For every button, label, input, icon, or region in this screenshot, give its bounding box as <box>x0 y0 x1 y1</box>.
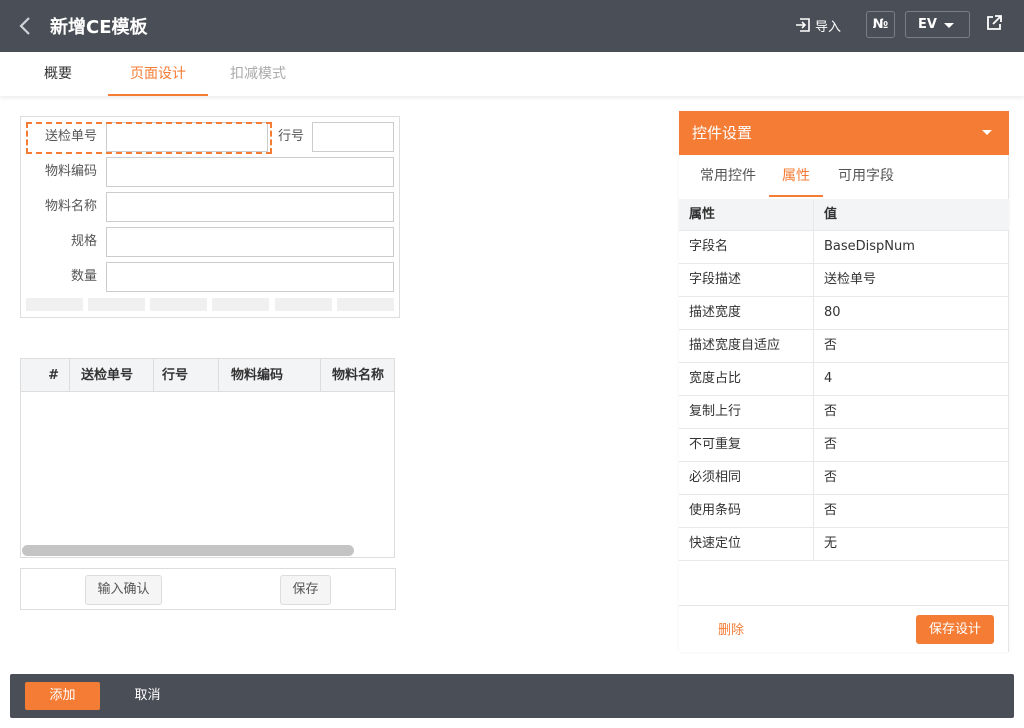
grid-col-line-no[interactable]: 行号 <box>154 359 219 392</box>
property-value[interactable]: 否 <box>824 330 1004 362</box>
property-row[interactable]: 描述宽度自适应 否 <box>679 330 1009 363</box>
property-key: 描述宽度自适应 <box>689 338 781 353</box>
form-designer: 送检单号 行号 物料编码 物料名称 规格 数量 <box>20 116 400 318</box>
input-confirm-button[interactable]: 输入确认 <box>85 575 162 605</box>
tab-overview[interactable]: 概要 <box>26 52 90 96</box>
field-label-line-no: 行号 <box>277 129 304 144</box>
share-button[interactable] <box>985 14 1005 34</box>
field-label-inspection-no: 送检单号 <box>44 129 97 144</box>
material-name-input[interactable] <box>106 192 394 222</box>
property-value[interactable]: 否 <box>824 462 1004 494</box>
number-button[interactable]: № <box>866 11 895 38</box>
property-key: 字段名 <box>689 239 729 254</box>
property-header-key: 属性 <box>689 207 716 222</box>
caret-down-icon <box>944 23 954 28</box>
property-row[interactable]: 必须相同 否 <box>679 462 1009 495</box>
property-value[interactable]: 否 <box>824 429 1004 461</box>
panel-footer-divider <box>679 605 1009 606</box>
property-key: 复制上行 <box>689 404 742 419</box>
caret-down-icon <box>982 130 992 135</box>
ev-value: EV <box>918 17 937 32</box>
panel-tab-properties[interactable]: 属性 <box>769 155 823 197</box>
field-label-spec: 规格 <box>70 234 97 249</box>
top-bar: 新增CE模板 导入 № EV <box>0 0 1024 52</box>
property-row[interactable]: 字段名 BaseDispNum <box>679 231 1009 264</box>
inspection-no-input[interactable] <box>106 122 268 152</box>
panel-title: 控件设置 <box>692 124 753 142</box>
property-value[interactable]: BaseDispNum <box>824 231 1004 263</box>
quantity-input[interactable] <box>106 262 394 292</box>
property-row[interactable]: 使用条码 否 <box>679 495 1009 528</box>
control-settings-panel: 控件设置 常用控件 属性 可用字段 属性 值 字段名 BaseDispNum 字段… <box>679 111 1009 652</box>
placeholder-slot[interactable] <box>212 298 269 311</box>
spec-input[interactable] <box>106 227 394 257</box>
property-key: 宽度占比 <box>689 371 742 386</box>
import-label: 导入 <box>815 19 842 35</box>
property-row[interactable]: 描述宽度 80 <box>679 297 1009 330</box>
property-row[interactable]: 宽度占比 4 <box>679 363 1009 396</box>
property-column-divider <box>813 199 814 561</box>
grid-col-material-name[interactable]: 物料名称 <box>321 359 394 392</box>
add-button[interactable]: 添加 <box>25 682 100 710</box>
property-key: 使用条码 <box>689 503 742 518</box>
placeholder-slot[interactable] <box>150 298 207 311</box>
placeholder-slot[interactable] <box>88 298 145 311</box>
property-row[interactable]: 快速定位 无 <box>679 528 1009 561</box>
property-row[interactable]: 复制上行 否 <box>679 396 1009 429</box>
property-key: 不可重复 <box>689 437 742 452</box>
save-button[interactable]: 保存 <box>280 575 331 605</box>
delete-button[interactable]: 删除 <box>718 619 744 638</box>
placeholder-slot[interactable] <box>275 298 332 311</box>
panel-header[interactable]: 控件设置 <box>679 111 1009 155</box>
grid-col-material-code[interactable]: 物料编码 <box>219 359 321 392</box>
property-value[interactable]: 无 <box>824 528 1004 560</box>
material-code-input[interactable] <box>106 157 394 187</box>
grid-col-inspection-no[interactable]: 送检单号 <box>70 359 154 392</box>
ev-select[interactable]: EV <box>905 11 970 38</box>
line-no-input[interactable] <box>312 122 394 152</box>
property-table-header: 属性 值 <box>679 199 1009 231</box>
tab-page-design[interactable]: 页面设计 <box>108 52 208 96</box>
save-design-button[interactable]: 保存设计 <box>916 615 994 644</box>
placeholder-slot[interactable] <box>26 298 83 311</box>
import-button[interactable]: 导入 <box>795 15 841 35</box>
detail-grid: # 送检单号 行号 物料编码 物料名称 <box>20 358 395 558</box>
property-header-value: 值 <box>824 207 838 222</box>
button-area: 输入确认 保存 <box>20 568 396 610</box>
bottom-action-bar: 添加 取消 <box>10 674 1014 718</box>
property-value[interactable]: 否 <box>824 495 1004 527</box>
property-value[interactable]: 4 <box>824 363 1004 395</box>
property-key: 快速定位 <box>689 536 742 551</box>
property-key: 描述宽度 <box>689 305 742 320</box>
cancel-button[interactable]: 取消 <box>120 682 175 710</box>
property-key: 必须相同 <box>689 470 742 485</box>
placeholder-slot[interactable] <box>337 298 394 311</box>
field-label-quantity: 数量 <box>70 269 97 284</box>
property-value[interactable]: 否 <box>824 396 1004 428</box>
property-table: 属性 值 字段名 BaseDispNum 字段描述 送检单号 描述宽度 80 描述宽度… <box>679 199 1009 561</box>
tab-deduction-mode[interactable]: 扣减模式 <box>216 52 300 96</box>
panel-tab-common-controls[interactable]: 常用控件 <box>695 155 761 197</box>
grid-col-index[interactable]: # <box>21 359 70 392</box>
property-value[interactable]: 送检单号 <box>824 264 1004 296</box>
property-key: 字段描述 <box>689 272 742 287</box>
property-value[interactable]: 80 <box>824 297 1004 329</box>
grid-header: # 送检单号 行号 物料编码 物料名称 <box>21 359 394 392</box>
external-link-icon <box>987 15 1002 30</box>
property-row[interactable]: 不可重复 否 <box>679 429 1009 462</box>
page-title: 新增CE模板 <box>50 17 148 38</box>
back-icon[interactable] <box>16 14 36 38</box>
main-tabs: 概要 页面设计 扣减模式 <box>0 52 1024 96</box>
import-icon <box>796 18 810 32</box>
horizontal-scrollbar[interactable] <box>22 545 354 556</box>
property-row[interactable]: 字段描述 送检单号 <box>679 264 1009 297</box>
panel-tab-available-fields[interactable]: 可用字段 <box>831 155 901 197</box>
field-label-material-name: 物料名称 <box>44 199 97 214</box>
field-label-material-code: 物料编码 <box>44 164 97 179</box>
